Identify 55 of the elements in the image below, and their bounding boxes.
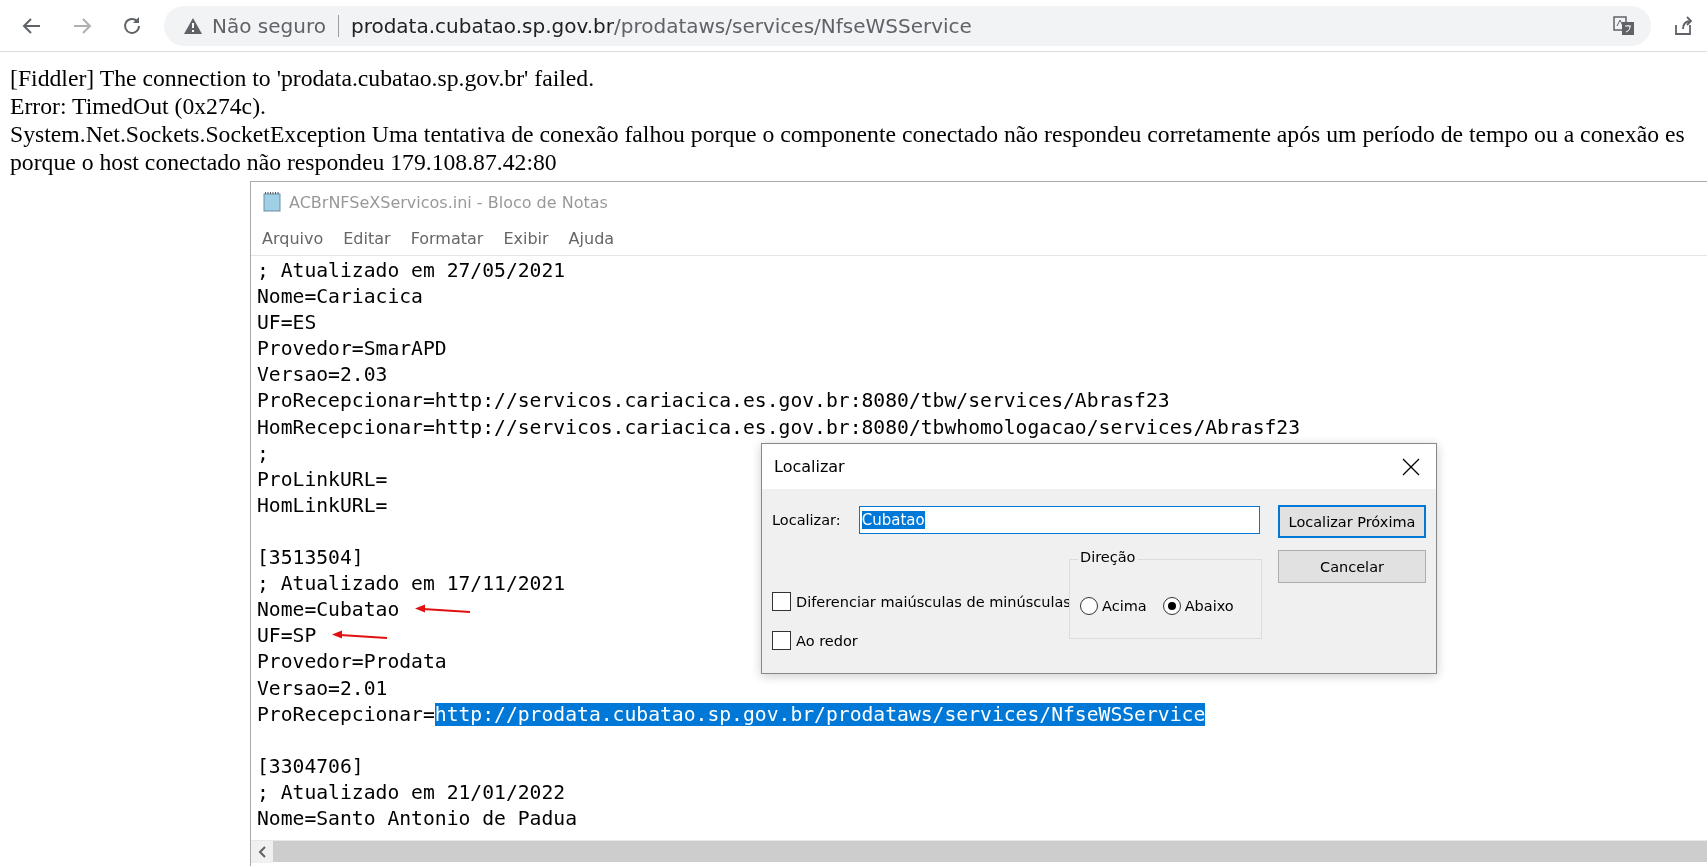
text-line: Versao=2.03 [257, 362, 388, 389]
text-line: Nome=Cariacica [257, 284, 423, 311]
checkbox[interactable] [772, 592, 791, 611]
address-bar[interactable]: Não seguro prodata.cubatao.sp.gov.br/prodataws/services/NfseWSService [164, 5, 1651, 46]
text-line: Nome=Cubatao [257, 597, 400, 624]
menu-item[interactable]: Formatar [410, 229, 484, 248]
dialog-title: Localizar [774, 457, 845, 476]
selected-text: http://prodata.cubatao.sp.gov.br/prodataws/services/NfseWSService [434, 702, 1206, 726]
text-line: Provedor=Prodata [257, 649, 447, 676]
checkbox[interactable] [772, 631, 791, 650]
find-input[interactable]: Cubatao [858, 506, 1260, 534]
text-line: [3513504] [257, 545, 364, 572]
group-label: Direção [1078, 549, 1138, 565]
text-line: UF=SP [257, 623, 317, 650]
chevron-left-icon [257, 845, 267, 858]
checkbox-label: Ao redor [796, 632, 858, 649]
error-message: Error: TimedOut (0x274c). [10, 92, 266, 120]
text-line: [3304706] [257, 753, 364, 780]
scroll-left-button[interactable] [251, 840, 273, 863]
error-message: System.Net.Sockets.SocketException Uma tentativa de conexão falhou porque o componente conectado não respondeu corretamente após um período de tempo ou a conexão es [10, 120, 1685, 148]
text-line: ProRecepcionar=http://servicos.cariacica.es.gov.br:8080/tbw/services/Abrasf23 [257, 388, 1170, 415]
horizontal-scrollbar[interactable] [251, 840, 1707, 862]
text-line: ; Atualizado em 21/01/2022 [257, 779, 566, 806]
security-label: Não seguro [212, 13, 326, 38]
text-line: ProLinkURL= [257, 466, 388, 493]
find-label: Localizar: [772, 512, 841, 528]
error-message: porque o host conectado não respondeu 179.108.87.42:80 [10, 148, 557, 176]
share-icon [1672, 14, 1694, 37]
text-line: ; Atualizado em 17/11/2021 [257, 571, 566, 598]
dialog-button[interactable]: Localizar Próxima [1278, 505, 1426, 538]
checkbox-label: Diferenciar maiúsculas de minúsculas [796, 593, 1071, 610]
text-line: ; Atualizado em 27/05/2021 [257, 258, 566, 284]
radio-label: Abaixo [1184, 598, 1234, 614]
menu-item[interactable]: Ajuda [568, 229, 615, 248]
menu-item[interactable]: Exibir [503, 229, 549, 248]
notepad-icon [261, 191, 283, 213]
text-line: HomLinkURL= [257, 492, 388, 519]
radio-button[interactable] [1080, 597, 1098, 615]
error-message: [Fiddler] The connection to 'prodata.cubatao.sp.gov.br' failed. [10, 64, 595, 92]
text-line: Nome=Santo Antonio de Padua [257, 805, 578, 832]
url-text: prodata.cubatao.sp.gov.br/prodataws/services/NfseWSService [350, 13, 973, 38]
text-line: ProRecepcionar=http://prodata.cubatao.sp.gov.br/prodataws/services/NfseWSService [257, 701, 1206, 728]
text-line: ; [257, 440, 269, 467]
dialog-button[interactable]: Cancelar [1278, 550, 1426, 583]
menu-item[interactable]: Arquivo [262, 229, 324, 248]
radio-button[interactable] [1162, 597, 1181, 615]
text-line: UF=ES [257, 310, 317, 337]
menu-item[interactable]: Editar [343, 229, 391, 248]
text-line: Versao=2.01 [257, 675, 388, 702]
text-line: HomRecepcionar=http://servicos.cariacica.es.gov.br:8080/tbwhomologacao/services/Abrasf23 [257, 414, 1301, 441]
warning-icon [184, 17, 202, 34]
window-title: ACBrNFSeXServicos.ini - Bloco de Notas [289, 192, 608, 212]
radio-label: Acima [1102, 598, 1147, 614]
text-line: Provedor=SmarAPD [257, 336, 447, 363]
translate-icon[interactable] [1613, 15, 1635, 36]
